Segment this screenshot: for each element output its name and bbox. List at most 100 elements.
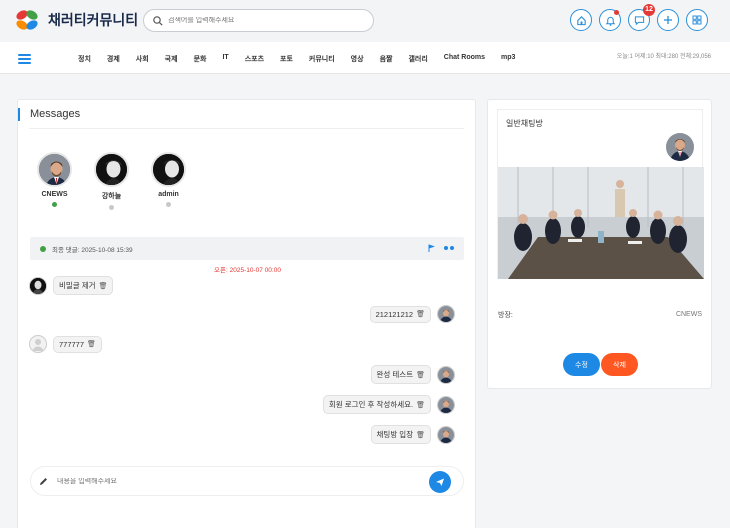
bell-icon <box>605 16 615 26</box>
message-bubble: 채팅방 입장 🗑 <box>370 425 431 444</box>
chat-message-right: 212121212 🗑 <box>369 305 455 323</box>
edit-button[interactable]: 수정 <box>563 353 600 376</box>
avatar <box>94 152 129 187</box>
chat-message-left: 비밀글 제거 🗑 <box>29 276 114 295</box>
divider <box>29 128 464 129</box>
avatar[interactable] <box>437 425 455 444</box>
message-button[interactable]: 12 <box>628 4 655 31</box>
user-name: admin <box>158 191 179 198</box>
chat-message-right: 완성 테스트 🗑 <box>370 365 455 384</box>
nav-item[interactable]: 국제 <box>165 54 178 64</box>
avatar[interactable] <box>29 335 47 353</box>
add-button[interactable] <box>657 9 679 31</box>
nav-item[interactable]: mp3 <box>501 54 515 64</box>
delete-button[interactable]: 삭제 <box>601 353 638 376</box>
nav-item[interactable]: 문화 <box>194 54 207 64</box>
message-count-badge: 12 <box>643 4 655 16</box>
message-composer <box>30 466 464 496</box>
home-icon <box>576 15 586 25</box>
trash-icon[interactable]: 🗑 <box>87 340 96 348</box>
pencil-icon <box>40 477 47 485</box>
nav-item[interactable]: 포토 <box>280 54 293 64</box>
status-dot <box>109 205 114 210</box>
online-dot <box>40 245 46 252</box>
chat-message-right: 채팅방 입장 🗑 <box>370 425 455 444</box>
notification-dot <box>614 10 619 15</box>
visitor-stats: 오늘:1 어제:10 최대:280 전체:29,056 <box>616 54 711 60</box>
message-text: 회원 로그인 후 작성하세요. <box>328 400 414 409</box>
host-avatar <box>666 133 694 161</box>
message-input[interactable] <box>57 477 397 485</box>
chat-icon <box>634 15 644 25</box>
more-options-icon[interactable] <box>444 246 454 250</box>
message-bubble: 완성 테스트 🗑 <box>370 365 431 384</box>
user-name: CNEWS <box>41 191 68 198</box>
message-bubble: 212121212 🗑 <box>369 305 431 323</box>
avatar[interactable] <box>437 365 455 384</box>
home-button[interactable] <box>570 9 592 31</box>
chat-info-bar: 최종 댓글: 2025-10-08 15:39 <box>30 237 464 260</box>
notification-button[interactable] <box>599 9 621 31</box>
nav-item[interactable]: 사회 <box>136 54 149 64</box>
send-icon <box>436 478 444 486</box>
chat-message-right: 회원 로그인 후 작성하세요. 🗑 <box>322 395 455 414</box>
room-panel: 일반채팅방 방장: CNEWS 수정 삭제 <box>487 99 712 389</box>
status-dot <box>166 202 171 207</box>
trash-icon[interactable]: 🗑 <box>416 371 425 379</box>
nav-item[interactable]: 갤러리 <box>408 54 427 64</box>
user-item-kanghaneul[interactable]: 강하늘 <box>93 152 130 210</box>
nav-item[interactable]: Chat Rooms <box>444 54 485 64</box>
status-dot <box>52 202 57 207</box>
nav-item[interactable]: 정치 <box>78 54 91 64</box>
chat-message-left: 777777 🗑 <box>29 335 102 353</box>
host-label: 방장: <box>498 312 513 319</box>
messages-title: Messages <box>18 108 80 121</box>
message-text: 완성 테스트 <box>376 370 414 379</box>
avatar[interactable] <box>437 395 455 414</box>
message-text: 777777 <box>59 339 85 349</box>
nav-item[interactable]: 스포츠 <box>245 54 264 64</box>
nav-item[interactable]: 커뮤니티 <box>309 54 335 64</box>
room-title: 일반채팅방 <box>506 119 543 128</box>
nav-item[interactable]: IT <box>222 54 228 64</box>
site-title: 채러티커뮤니티 <box>48 12 139 28</box>
menu-icon[interactable] <box>18 54 31 64</box>
search-icon <box>153 15 163 26</box>
avatar[interactable] <box>29 276 47 295</box>
search-box[interactable] <box>143 9 374 32</box>
avatar <box>37 152 72 187</box>
avatar <box>151 152 186 187</box>
plus-icon <box>664 16 672 24</box>
send-button[interactable] <box>429 471 451 493</box>
nav-item[interactable]: 음짤 <box>380 54 393 64</box>
avatar[interactable] <box>437 305 455 323</box>
header: 채러티커뮤니티 12 <box>0 0 730 42</box>
trash-icon[interactable]: 🗑 <box>416 310 425 318</box>
trash-icon[interactable]: 🗑 <box>416 431 425 439</box>
message-bubble: 회원 로그인 후 작성하세요. 🗑 <box>322 395 431 414</box>
host-name: CNEWS <box>675 311 702 318</box>
user-name: 강하늘 <box>101 193 122 200</box>
user-item-admin[interactable]: admin <box>150 152 187 210</box>
main-nav: 정치 경제 사회 국제 문화 IT 스포츠 포토 커뮤니티 영상 음짤 갤러리 Chat Rooms mp… <box>0 42 730 74</box>
last-comment-time: 최종 댓글: 2025-10-08 15:39 <box>52 246 133 254</box>
flag-icon[interactable] <box>428 244 436 252</box>
search-input[interactable] <box>168 17 348 24</box>
user-item-cnews[interactable]: CNEWS <box>36 152 73 210</box>
nav-items: 정치 경제 사회 국제 문화 IT 스포츠 포토 커뮤니티 영상 음짤 갤러리 Chat Rooms mp… <box>78 54 531 64</box>
message-text: 비밀글 제거 <box>59 281 96 290</box>
open-time: 오픈: 2025-10-07 00:00 <box>214 267 281 274</box>
messages-panel: Messages CNEWS 강하늘 admin 최종 댓글: 2025-10-… <box>17 99 476 528</box>
user-list: CNEWS 강하늘 admin <box>36 152 187 210</box>
apps-button[interactable] <box>686 9 708 31</box>
room-image <box>498 167 704 279</box>
site-logo[interactable]: 채러티커뮤니티 <box>14 9 138 31</box>
message-text: 212121212 <box>375 309 414 319</box>
grid-icon <box>692 15 702 25</box>
message-text: 채팅방 입장 <box>376 430 414 439</box>
room-card[interactable]: 일반채팅방 <box>497 109 704 279</box>
nav-item[interactable]: 경제 <box>107 54 120 64</box>
trash-icon[interactable]: 🗑 <box>416 401 425 409</box>
nav-item[interactable]: 영상 <box>351 54 364 64</box>
trash-icon[interactable]: 🗑 <box>99 282 108 290</box>
